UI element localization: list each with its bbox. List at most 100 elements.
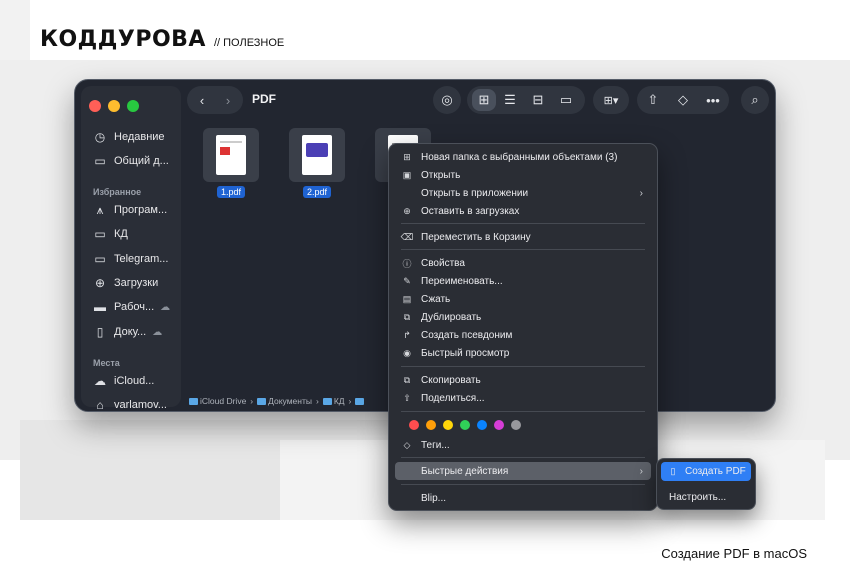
tag-color-dot[interactable] [409, 420, 419, 430]
file-item[interactable]: 2.pdf [289, 128, 345, 200]
view-switcher: ⊞ ☰ ⊟ ▭ [467, 86, 585, 114]
sidebar-item-documents[interactable]: ▯ Доку... ☁ [92, 325, 163, 339]
window-title: PDF [252, 92, 276, 106]
chevron-right-icon: › [348, 396, 352, 406]
file-name: 2.pdf [302, 186, 332, 198]
menu-item-open-with[interactable]: Открыть в приложении › [395, 184, 651, 202]
sidebar-item-kd[interactable]: ▭ КД [92, 227, 128, 241]
share-icon[interactable]: ⇧ [638, 92, 668, 108]
menu-item-compress[interactable]: ▤ Сжать [395, 290, 651, 308]
background-panel [0, 0, 30, 60]
pdf-page-preview [302, 135, 332, 175]
zoom-button[interactable] [127, 100, 139, 112]
menu-divider [401, 484, 645, 485]
chevron-right-icon: › [315, 396, 319, 406]
menu-divider [401, 249, 645, 250]
icloud-status-icon: ☁ [152, 326, 163, 338]
airdrop-button[interactable]: ◎ [433, 86, 461, 114]
menu-divider [401, 457, 645, 458]
sidebar-item-label: iCloud... [114, 375, 155, 387]
site-logo[interactable]: КОДДУРОВА [40, 27, 206, 52]
menu-item-share[interactable]: ⇧ Поделиться... [395, 389, 651, 407]
menu-item-rename[interactable]: ✎ Переименовать... [395, 272, 651, 290]
tag-icon[interactable]: ◇ [668, 92, 698, 108]
path-item[interactable]: Документы [257, 396, 312, 406]
list-view-icon[interactable]: ☰ [496, 92, 524, 108]
menu-item-tags[interactable]: ◇ Теги... [395, 436, 651, 454]
menu-item-new-folder[interactable]: ⊞ Новая папка с выбранными объектами (3) [395, 148, 651, 166]
tag-color-dot[interactable] [477, 420, 487, 430]
icloud-status-icon: ☁ [160, 301, 171, 313]
menu-item-trash[interactable]: ⌫ Переместить в Корзину [395, 228, 651, 246]
path-item[interactable]: КД [322, 396, 345, 406]
sidebar-item-label: Рабоч... [114, 301, 155, 313]
eye-icon: ◉ [403, 347, 411, 358]
quick-actions-submenu: ▯ Создать PDF Настроить... [656, 458, 756, 510]
sidebar-item-label: Доку... [114, 326, 147, 338]
trash-icon: ⌫ [400, 231, 414, 242]
menu-item-blip[interactable]: Blip... [395, 489, 651, 507]
column-view-icon[interactable]: ⊟ [524, 92, 552, 108]
back-icon[interactable]: ‹ [189, 93, 215, 108]
keep-downloaded-icon: ⊕ [403, 205, 411, 216]
share-icon: ⇧ [403, 392, 411, 403]
gallery-view-icon[interactable]: ▭ [552, 92, 580, 108]
tag-color-dot[interactable] [494, 420, 504, 430]
folder-icon: ▭ [94, 252, 106, 266]
tag-color-dot[interactable] [443, 420, 453, 430]
sidebar-item-recents[interactable]: ◷ Недавние [92, 130, 165, 144]
menu-item-quick-look[interactable]: ◉ Быстрый просмотр [395, 344, 651, 362]
downloads-icon: ⊕ [94, 276, 106, 290]
sidebar-item-label: Общий д... [114, 155, 169, 167]
archive-icon: ▤ [402, 293, 412, 304]
sidebar-item-applications[interactable]: ⩚ Програм... [92, 202, 168, 217]
sidebar-item-telegram[interactable]: ▭ Telegram... [92, 252, 168, 266]
sidebar-item-icloud[interactable]: ☁ iCloud... [92, 374, 154, 388]
menu-item-duplicate[interactable]: ⧉ Дублировать [395, 308, 651, 326]
close-button[interactable] [89, 100, 101, 112]
icon-view-icon[interactable]: ⊞ [472, 89, 496, 111]
path-bar: iCloud Drive › Документы › КД › [189, 396, 366, 406]
document-icon: ▯ [96, 325, 104, 339]
minimize-button[interactable] [108, 100, 120, 112]
file-item[interactable]: 1.pdf [203, 128, 259, 200]
context-menu: ⊞ Новая папка с выбранными объектами (3) … [388, 143, 658, 511]
menu-item-open[interactable]: ▣ Открыть [395, 166, 651, 184]
document-icon: ▯ [670, 466, 676, 476]
nav-buttons: ‹ › [187, 86, 243, 114]
sidebar-item-downloads[interactable]: ⊕ Загрузки [92, 276, 158, 290]
folder-icon [355, 397, 365, 405]
section-tag[interactable]: // ПОЛЕЗНОЕ [214, 37, 284, 49]
file-thumbnail [289, 128, 345, 182]
search-button[interactable]: ⌕ [741, 86, 769, 114]
applications-icon: ⩚ [96, 202, 104, 217]
menu-item-alias[interactable]: ↱ Создать псевдоним [395, 326, 651, 344]
menu-item-copy[interactable]: ⧉ Скопировать [395, 371, 651, 389]
menu-item-quick-actions[interactable]: Быстрые действия › [395, 462, 651, 480]
tag-color-dot[interactable] [460, 420, 470, 430]
sidebar-item-desktop[interactable]: ▬ Рабоч... ☁ [92, 300, 170, 314]
file-thumbnail [203, 128, 259, 182]
menu-item-keep-downloaded[interactable]: ⊕ Оставить в загрузках [395, 202, 651, 220]
path-item[interactable]: iCloud Drive [189, 396, 246, 406]
group-button[interactable]: ⊞▾ [593, 86, 629, 114]
sidebar-item-shared[interactable]: ▭ Общий д... [92, 154, 169, 168]
icloud-icon [189, 398, 198, 406]
tag-color-dot[interactable] [511, 420, 521, 430]
clock-icon: ◷ [94, 130, 106, 144]
chevron-right-icon: › [250, 396, 254, 406]
airdrop-icon: ◎ [441, 92, 453, 107]
menu-item-info[interactable]: ⓘ Свойства [395, 254, 651, 272]
tag-colors [409, 420, 521, 430]
submenu-item-customize[interactable]: Настроить... [661, 488, 751, 507]
search-icon: ⌕ [751, 92, 759, 107]
sidebar-item-label: varlamov... [114, 399, 167, 411]
toolbar: ‹ › PDF ◎ ⊞ ☰ ⊟ ▭ ⊞▾ ⇧ ◇ ••• ⌕ [187, 86, 769, 116]
sidebar-item-home[interactable]: ⌂ varlamov... [92, 398, 167, 411]
more-icon[interactable]: ••• [698, 93, 728, 108]
tag-color-dot[interactable] [426, 420, 436, 430]
sidebar-item-label: Програм... [114, 204, 168, 216]
submenu-item-create-pdf[interactable]: ▯ Создать PDF [661, 462, 751, 481]
forward-icon[interactable]: › [215, 93, 241, 108]
sidebar: ◷ Недавние ▭ Общий д... Избранное ⩚ Прог… [81, 86, 181, 411]
